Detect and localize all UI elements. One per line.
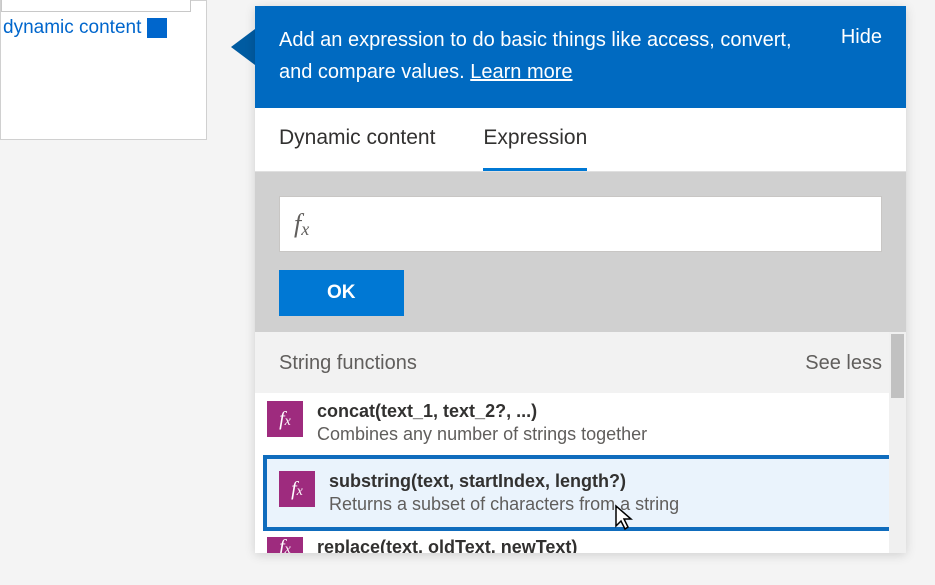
tab-dynamic-content[interactable]: Dynamic content: [279, 108, 435, 171]
ok-button[interactable]: OK: [279, 270, 404, 316]
learn-more-link[interactable]: Learn more: [470, 61, 572, 83]
function-signature: concat(text_1, text_2?, ...): [317, 401, 894, 422]
function-signature: substring(text, startIndex, length?): [329, 471, 882, 492]
function-item-replace[interactable]: fx replace(text, oldText, newText): [255, 533, 906, 553]
section-header: String functions See less: [255, 332, 906, 393]
dynamic-content-link[interactable]: dynamic content +: [3, 17, 167, 39]
function-item-concat[interactable]: fx concat(text_1, text_2?, ...) Combines…: [255, 393, 906, 453]
fx-badge-icon: fx: [267, 401, 303, 437]
tab-expression[interactable]: Expression: [483, 108, 587, 171]
fx-badge-icon: fx: [267, 537, 303, 553]
dynamic-content-label: dynamic content: [3, 17, 141, 39]
function-text: replace(text, oldText, newText): [317, 537, 894, 554]
expression-input-area: fx OK: [255, 172, 906, 332]
scrollbar-thumb[interactable]: [891, 334, 904, 398]
scrollbar[interactable]: [889, 332, 906, 553]
fx-icon: fx: [294, 209, 309, 239]
functions-area: String functions See less fx concat(text…: [255, 332, 906, 553]
see-less-button[interactable]: See less: [805, 352, 882, 375]
plus-icon[interactable]: +: [147, 18, 167, 38]
function-text: substring(text, startIndex, length?) Ret…: [329, 471, 882, 515]
function-text: concat(text_1, text_2?, ...) Combines an…: [317, 401, 894, 445]
expression-input[interactable]: fx: [279, 196, 882, 252]
function-description: Returns a subset of characters from a st…: [329, 494, 882, 515]
tabs: Dynamic content Expression: [255, 108, 906, 172]
section-title: String functions: [279, 352, 417, 375]
callout-pointer-icon: [231, 29, 255, 65]
left-panel: dynamic content +: [0, 0, 207, 140]
input-cell[interactable]: [1, 0, 191, 12]
function-signature: replace(text, oldText, newText): [317, 537, 894, 554]
function-list: fx concat(text_1, text_2?, ...) Combines…: [255, 393, 906, 553]
flyout-header: Add an expression to do basic things lik…: [255, 6, 906, 108]
function-description: Combines any number of strings together: [317, 424, 894, 445]
expression-flyout: Add an expression to do basic things lik…: [255, 6, 906, 553]
hide-button[interactable]: Hide: [841, 26, 882, 49]
fx-badge-icon: fx: [279, 471, 315, 507]
flyout-header-text: Add an expression to do basic things lik…: [279, 24, 811, 88]
function-item-substring[interactable]: fx substring(text, startIndex, length?) …: [263, 455, 898, 531]
